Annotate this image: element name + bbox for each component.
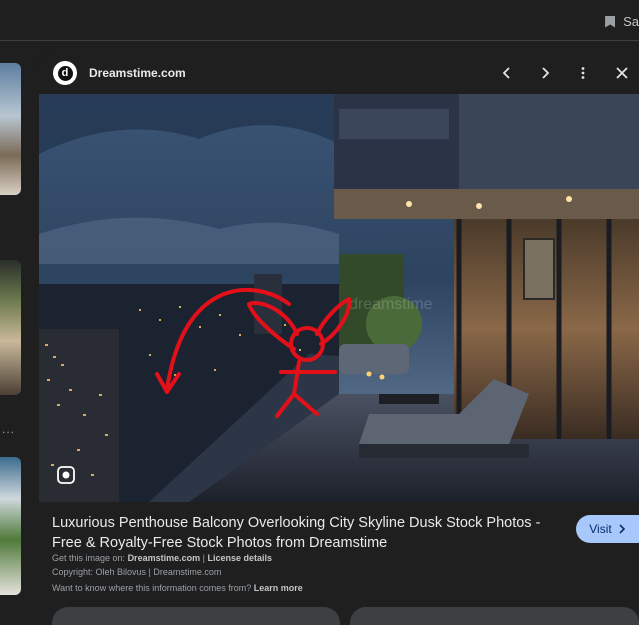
save-button[interactable] [350,607,639,625]
panel-header: d Dreamstime.com [39,53,639,93]
chevron-left-icon [502,67,510,79]
get-image-site-link[interactable]: Dreamstime.com [128,553,201,563]
previous-button[interactable] [495,61,519,85]
penthouse-photo: dreamstime [39,94,639,502]
lens-icon [57,466,75,484]
get-image-line: Get this image on: Dreamstime.com | Lice… [52,553,272,563]
separator: | [202,553,205,563]
result-thumbnail[interactable] [0,457,21,595]
result-thumbnail[interactable] [0,63,21,195]
saved-button[interactable]: Sa [605,14,639,29]
close-icon [616,67,628,79]
more-vert-icon [581,67,585,79]
site-logo[interactable]: d [53,61,77,85]
image-title[interactable]: Luxurious Penthouse Balcony Overlooking … [52,513,552,553]
source-info-line: Want to know where this information come… [52,583,303,593]
next-button[interactable] [533,61,557,85]
more-label: ... [2,422,16,436]
chevron-right-icon [619,524,625,534]
source-question: Want to know where this information come… [52,583,252,593]
share-button[interactable] [52,607,340,625]
more-options-button[interactable] [571,61,595,85]
visit-button[interactable]: Visit [576,515,639,543]
site-logo-letter: d [57,65,73,81]
visit-label: Visit [589,522,612,536]
lens-button[interactable] [55,464,77,486]
watermark-text: dreamstime [349,296,433,313]
results-column: ... [0,40,26,619]
result-thumbnail[interactable] [0,260,21,395]
site-name[interactable]: Dreamstime.com [89,66,186,80]
copyright-text: Copyright: Oleh Bilovus | Dreamstime.com [52,567,222,577]
preview-image[interactable]: dreamstime [39,94,639,502]
top-bar: Sa [0,0,639,41]
learn-more-link[interactable]: Learn more [254,583,303,593]
image-preview-panel: d Dreamstime.com dreamstime Luxurious Pe… [39,53,639,625]
license-details-link[interactable]: License details [207,553,272,563]
chevron-right-icon [542,67,550,79]
get-image-prefix: Get this image on: [52,553,126,563]
saved-label: Sa [623,14,639,29]
close-button[interactable] [610,61,634,85]
bookmark-icon [605,15,616,28]
